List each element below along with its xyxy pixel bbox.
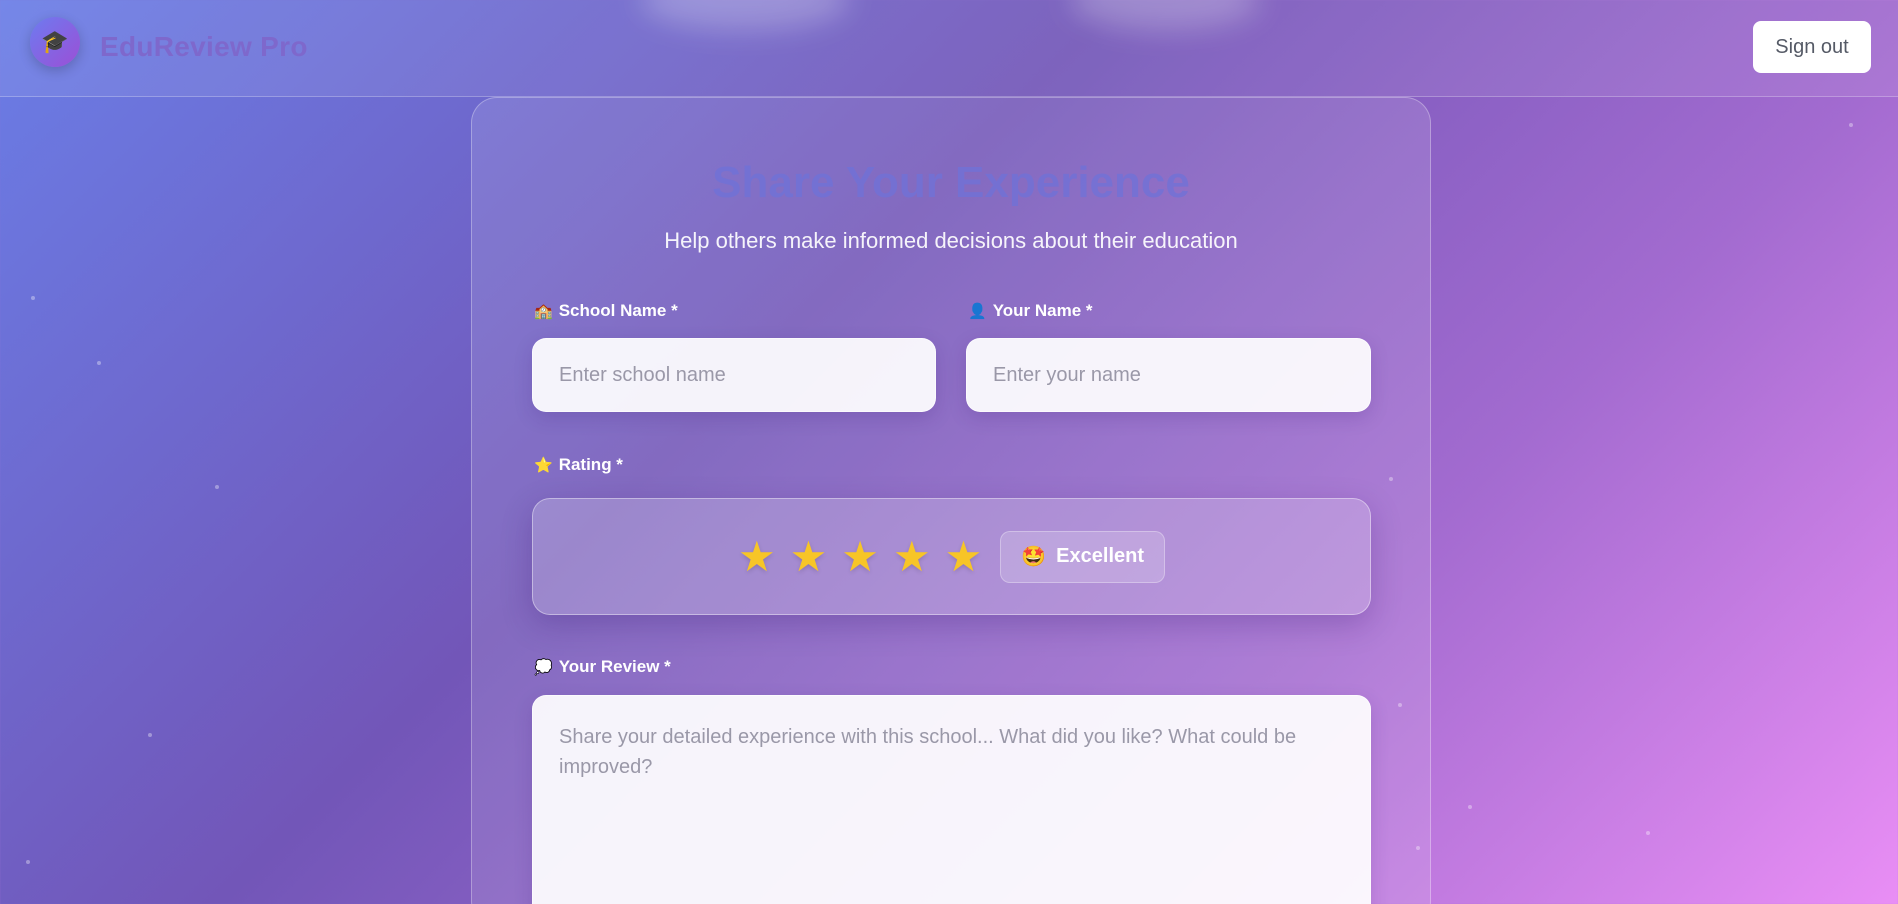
school-name-label: 🏫 School Name * (534, 301, 678, 321)
your-name-label-text: Your Name * (992, 301, 1093, 320)
rating-star-1[interactable]: ★ (738, 535, 776, 578)
rating-star-2[interactable]: ★ (790, 535, 828, 578)
your-name-input[interactable] (966, 338, 1371, 412)
your-name-label: 👤 Your Name * (968, 301, 1093, 321)
page-subtitle: Help others make informed decisions abou… (664, 228, 1238, 253)
background-dot (31, 296, 35, 300)
brand-name: EduReview Pro (100, 31, 308, 62)
background-dot (215, 485, 219, 489)
logo-glyph: 🎓 (41, 29, 69, 54)
review-label: 💭 Your Review * (534, 657, 671, 677)
background-dot (1849, 123, 1853, 127)
review-form-card: Share Your Experience Help others make i… (471, 97, 1431, 904)
background-dot (97, 361, 101, 365)
review-textarea[interactable] (532, 695, 1371, 904)
star-icon: ⭐ (534, 457, 553, 474)
rating-label: ⭐ Rating * (534, 455, 623, 475)
top-bar: 🎓 EduReview Pro Sign out (0, 0, 1898, 97)
school-icon: 🏫 (534, 303, 553, 320)
speech-bubble-icon: 💭 (534, 659, 553, 676)
background-dot (1646, 831, 1650, 835)
school-name-label-text: School Name * (558, 301, 678, 320)
rating-star-4[interactable]: ★ (893, 535, 931, 578)
background-dot (148, 733, 152, 737)
background-dot (26, 860, 30, 864)
rating-badge-text: Excellent (1056, 545, 1144, 567)
star-struck-emoji-icon: 🤩 (1021, 546, 1047, 568)
rating-label-text: Rating * (558, 455, 623, 474)
sign-out-button[interactable]: Sign out (1753, 21, 1871, 73)
background-dot (1468, 805, 1472, 809)
review-label-text: Your Review * (558, 657, 671, 676)
rating-star-5[interactable]: ★ (945, 535, 983, 578)
rating-selector: ★ ★ ★ ★ ★ 🤩 Excellent (532, 498, 1371, 615)
person-icon: 👤 (968, 303, 987, 320)
graduation-cap-icon: 🎓 (30, 17, 80, 67)
rating-star-3[interactable]: ★ (841, 535, 879, 578)
rating-badge: 🤩 Excellent (1000, 530, 1165, 583)
page-title: Share Your Experience (712, 158, 1190, 207)
school-name-input[interactable] (532, 338, 936, 412)
